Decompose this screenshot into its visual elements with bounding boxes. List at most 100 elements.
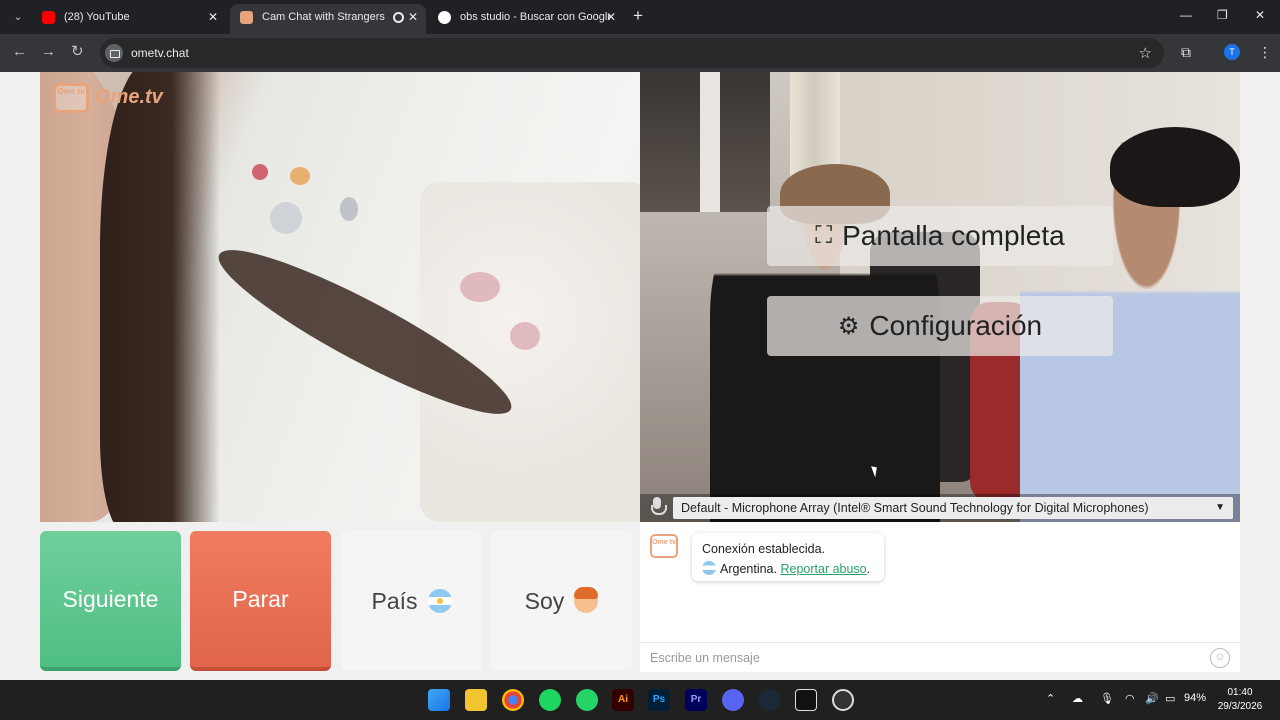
browser-toolbar: ← → ↻ ometv.chat ☆ ⧉ ⋮ xyxy=(0,34,1280,72)
windows-start-icon[interactable] xyxy=(428,689,450,711)
taskbar: Ai Ps Pr ⌃ ☁ 🎙 ◠ 🔊 ▭ 94% 01:40 29/3/2026 xyxy=(0,680,1280,720)
close-window-icon[interactable]: ✕ xyxy=(1255,8,1265,22)
video-detail xyxy=(290,167,310,185)
profile-avatar[interactable]: T xyxy=(1224,44,1240,60)
video-detail xyxy=(700,72,720,212)
close-tab-icon[interactable]: ✕ xyxy=(606,4,616,30)
minimize-icon[interactable]: — xyxy=(1180,8,1192,22)
file-explorer-icon[interactable] xyxy=(465,689,487,711)
chevron-down-icon: ▼ xyxy=(1215,502,1225,513)
video-detail xyxy=(252,164,268,180)
address-bar[interactable]: ometv.chat ☆ xyxy=(100,38,1164,68)
settings-button[interactable]: ⚙ Configuración xyxy=(767,296,1113,356)
stop-button[interactable]: Parar xyxy=(190,531,331,671)
close-tab-icon[interactable]: ✕ xyxy=(408,4,418,30)
tab-ometv[interactable]: Cam Chat with Strangers on ✕ xyxy=(230,4,426,34)
tab-title: obs studio - Buscar con Google xyxy=(460,11,610,23)
reload-icon[interactable]: ↻ xyxy=(71,44,84,60)
epic-games-icon[interactable] xyxy=(795,689,817,711)
volume-icon[interactable]: 🔊 xyxy=(1145,692,1159,705)
fullscreen-label: Pantalla completa xyxy=(842,220,1065,251)
gear-icon: ⚙ xyxy=(837,312,860,340)
youtube-icon xyxy=(42,11,55,24)
tab-title: Cam Chat with Strangers on xyxy=(262,11,386,23)
microphone-select[interactable]: Default - Microphone Array (Intel® Smart… xyxy=(673,497,1233,519)
country-button[interactable]: País xyxy=(341,531,482,671)
site-info-icon[interactable] xyxy=(105,44,123,62)
new-tab-icon[interactable]: + xyxy=(633,6,643,26)
logo-box-text: Ome tv xyxy=(57,87,85,96)
battery-icon[interactable]: ▭ xyxy=(1165,692,1175,705)
chevron-up-icon[interactable]: ⌃ xyxy=(1046,692,1055,705)
settings-label: Configuración xyxy=(869,310,1043,341)
microphone-icon xyxy=(650,497,667,517)
ometv-logo-text: Ome.tv xyxy=(95,86,163,108)
ometv-logo-icon: Ome tv xyxy=(53,83,89,113)
spotify-icon[interactable] xyxy=(539,689,561,711)
chat-panel: Ome tv Conexión establecida. Argentina. … xyxy=(640,522,1240,672)
chrome-icon[interactable] xyxy=(502,689,524,711)
premiere-icon[interactable]: Pr xyxy=(685,689,707,711)
stop-label: Parar xyxy=(232,585,289,612)
microphone-icon[interactable]: 🎙 xyxy=(1100,692,1114,705)
bookmark-star-icon[interactable]: ☆ xyxy=(1139,44,1152,62)
video-detail xyxy=(460,272,500,302)
obs-icon[interactable] xyxy=(832,689,854,711)
microphone-bar: Default - Microphone Array (Intel® Smart… xyxy=(640,494,1240,522)
tab-youtube[interactable]: (28) YouTube ✕ xyxy=(32,4,226,34)
ometv-icon xyxy=(240,11,253,24)
next-label: Siguiente xyxy=(62,585,159,612)
report-suffix: . xyxy=(866,562,871,576)
fullscreen-icon: ⛶ xyxy=(815,222,833,249)
video-subject-hair xyxy=(100,72,220,522)
steam-icon[interactable] xyxy=(758,689,780,711)
battery-percent: 94% xyxy=(1184,692,1207,704)
discord-icon[interactable] xyxy=(722,689,744,711)
recording-indicator-icon xyxy=(393,12,404,23)
self-video[interactable]: ⛶ Pantalla completa ⚙ Configuración Defa… xyxy=(640,72,1240,522)
time: 01:40 xyxy=(1227,687,1253,698)
video-detail xyxy=(340,197,358,221)
connection-status: Conexión establecida. xyxy=(702,542,825,556)
photoshop-icon[interactable]: Ps xyxy=(648,689,670,711)
onedrive-icon[interactable]: ☁ xyxy=(1072,692,1083,705)
fullscreen-button[interactable]: ⛶ Pantalla completa xyxy=(767,206,1113,266)
boy-emoji-icon xyxy=(574,587,599,613)
argentina-flag-icon xyxy=(702,561,716,575)
forward-icon[interactable]: → xyxy=(41,44,56,60)
whatsapp-icon[interactable] xyxy=(576,689,598,711)
stranger-video: Ome tv Ome.tv xyxy=(40,72,640,522)
gender-button[interactable]: Soy xyxy=(491,531,632,671)
clock[interactable]: 01:40 29/3/2026 xyxy=(1216,686,1264,714)
message-placeholder: Escribe un mensaje xyxy=(650,651,760,665)
tab-search-chevron-icon[interactable]: ⌄ xyxy=(8,7,28,27)
video-subject-hair xyxy=(1110,127,1240,207)
back-icon[interactable]: ← xyxy=(12,44,27,60)
country-name: Argentina. xyxy=(720,562,777,576)
country-line: Argentina. Reportar abuso. xyxy=(702,559,874,579)
ometv-page: Ome tv Ome.tv ⛶ Pantalla completa ⚙ Conf… xyxy=(0,72,1280,680)
video-detail xyxy=(510,322,540,350)
video-detail xyxy=(270,202,302,234)
menu-kebab-icon[interactable]: ⋮ xyxy=(1258,44,1272,61)
illustrator-icon[interactable]: Ai xyxy=(612,689,634,711)
maximize-icon[interactable]: ❐ xyxy=(1217,8,1228,22)
google-icon xyxy=(438,11,451,24)
country-label: País xyxy=(371,587,418,614)
tab-title: (28) YouTube xyxy=(64,11,130,23)
extensions-icon[interactable]: ⧉ xyxy=(1181,44,1191,61)
tab-google-search[interactable]: obs studio - Buscar con Google ✕ xyxy=(428,4,624,34)
browser-tab-bar: ⌄ (28) YouTube ✕ Cam Chat with Strangers… xyxy=(0,0,1280,34)
wifi-icon[interactable]: ◠ xyxy=(1125,692,1135,705)
next-button[interactable]: Siguiente xyxy=(40,531,181,671)
argentina-flag-icon xyxy=(427,589,452,613)
message-input[interactable]: Escribe un mensaje ☺ xyxy=(640,642,1240,672)
ometv-logo-icon: Ome tv xyxy=(650,534,678,558)
url-text: ometv.chat xyxy=(131,46,189,60)
close-tab-icon[interactable]: ✕ xyxy=(208,4,218,30)
report-abuse-link[interactable]: Reportar abuso xyxy=(780,562,866,576)
microphone-selected-value: Default - Microphone Array (Intel® Smart… xyxy=(681,501,1149,515)
emoji-icon[interactable]: ☺ xyxy=(1210,648,1230,668)
system-message: Conexión establecida. Argentina. Reporta… xyxy=(692,533,884,581)
date: 29/3/2026 xyxy=(1217,701,1263,712)
